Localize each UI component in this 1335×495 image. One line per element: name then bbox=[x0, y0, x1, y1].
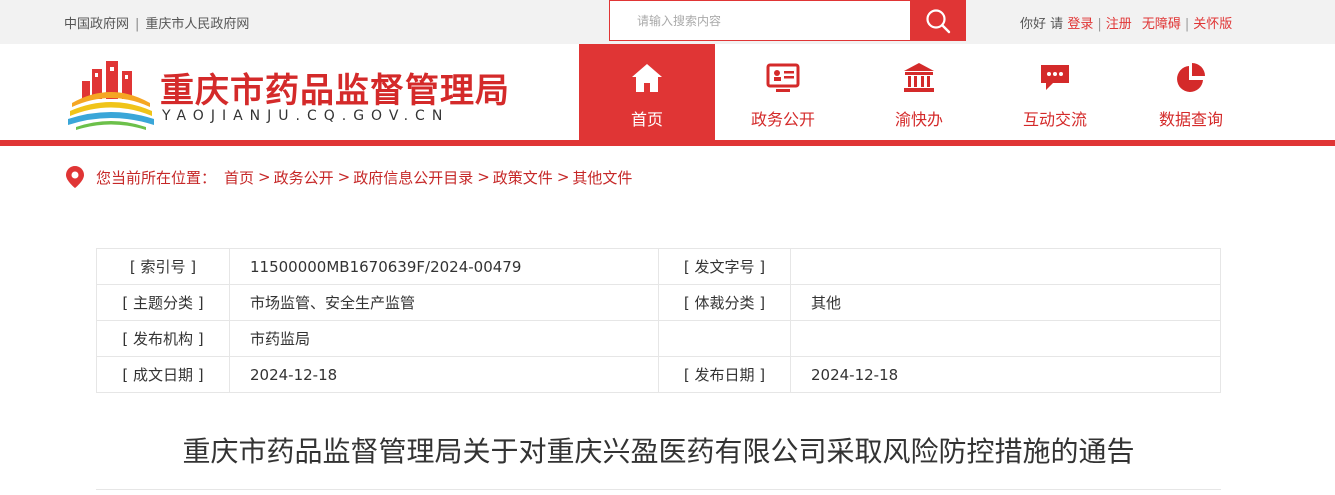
please-text: 请 bbox=[1050, 17, 1064, 32]
divider: | bbox=[1097, 17, 1102, 32]
info-key: [ 体裁分类 ] bbox=[658, 284, 791, 321]
nav-item-government-affairs[interactable]: 政务公开 bbox=[715, 44, 851, 140]
search-button[interactable] bbox=[910, 0, 966, 41]
info-value bbox=[790, 248, 1221, 285]
info-value: 2024-12-18 bbox=[229, 356, 659, 393]
info-key: [ 主题分类 ] bbox=[96, 284, 230, 321]
nav-label: 数据查询 bbox=[1158, 110, 1223, 129]
site-logo-emblem[interactable] bbox=[66, 59, 156, 131]
accessibility-link[interactable]: 无障碍 bbox=[1142, 17, 1181, 32]
breadcrumb-prefix: 您当前所在位置： bbox=[96, 168, 217, 187]
breadcrumb-link[interactable]: 首页 bbox=[224, 167, 254, 188]
info-key: [ 成文日期 ] bbox=[96, 356, 230, 393]
info-key: [ 发布机构 ] bbox=[96, 320, 230, 357]
info-value: 11500000MB1670639F/2024-00479 bbox=[229, 248, 659, 285]
nav-label: 首页 bbox=[630, 110, 663, 129]
greeting-text: 你好 bbox=[1020, 17, 1047, 32]
document-info-table: [ 索引号 ] 11500000MB1670639F/2024-00479 [ … bbox=[96, 248, 1221, 393]
divider: | bbox=[135, 17, 140, 32]
breadcrumb-separator: > bbox=[556, 168, 570, 186]
chat-icon bbox=[1041, 65, 1069, 90]
info-key: [ 索引号 ] bbox=[96, 248, 230, 285]
main-nav: 首页 政务公开 渝快办 互动交流 数据查询 bbox=[579, 44, 1259, 140]
info-value: 市场监管、安全生产监管 bbox=[229, 284, 659, 321]
breadcrumb-link[interactable]: 政务公开 bbox=[274, 167, 334, 188]
top-bar: 中国政府网|重庆市人民政府网 你好 请 登录|注册 无障碍|关怀版 bbox=[0, 0, 1335, 44]
divider: | bbox=[1184, 17, 1190, 32]
breadcrumb-link[interactable]: 其他文件 bbox=[572, 167, 632, 188]
info-key bbox=[658, 320, 791, 357]
gov-cn-link[interactable]: 中国政府网 bbox=[64, 17, 129, 32]
document-title: 重庆市药品监督管理局关于对重庆兴盈医药有限公司采取风险防控措施的通告 bbox=[182, 435, 1135, 468]
breadcrumb-separator: > bbox=[337, 168, 351, 186]
breadcrumb-link[interactable]: 政策文件 bbox=[493, 167, 553, 188]
nav-item-interaction[interactable]: 互动交流 bbox=[987, 44, 1123, 140]
table-row: [ 发布机构 ] 市药监局 bbox=[96, 320, 1221, 357]
breadcrumb-separator: > bbox=[258, 168, 271, 186]
nav-item-data-query[interactable]: 数据查询 bbox=[1123, 44, 1259, 140]
nav-label: 渝快办 bbox=[894, 110, 943, 129]
government-building-icon bbox=[904, 63, 934, 92]
site-domain: YAOJIANJU.CQ.GOV.CN bbox=[162, 108, 450, 124]
table-row: [ 主题分类 ] 市场监管、安全生产监管 [ 体裁分类 ] 其他 bbox=[96, 284, 1221, 321]
nav-label: 互动交流 bbox=[1022, 110, 1087, 129]
header-divider bbox=[0, 140, 1335, 146]
info-value: 2024-12-18 bbox=[790, 356, 1221, 393]
info-key: [ 发布日期 ] bbox=[658, 356, 791, 393]
info-value: 其他 bbox=[790, 284, 1221, 321]
care-version-link[interactable]: 关怀版 bbox=[1193, 17, 1232, 32]
title-divider bbox=[96, 489, 1221, 490]
search-icon bbox=[926, 8, 951, 33]
location-pin-icon bbox=[66, 166, 84, 188]
search-box bbox=[609, 0, 966, 41]
pie-chart-icon bbox=[1177, 63, 1205, 92]
user-links: 你好 请 登录 | 注册 无障碍 | 关怀版 bbox=[1020, 13, 1232, 32]
nav-label: 政务公开 bbox=[750, 110, 815, 129]
search-input[interactable] bbox=[609, 0, 911, 41]
site-header: 重庆市药品监督管理局 YAOJIANJU.CQ.GOV.CN 首页 政务公开 渝… bbox=[0, 44, 1335, 140]
nav-item-yukuaiban[interactable]: 渝快办 bbox=[851, 44, 987, 140]
table-row: [ 索引号 ] 11500000MB1670639F/2024-00479 [ … bbox=[96, 248, 1221, 285]
top-links: 中国政府网 | 重庆市人民政府网 bbox=[64, 13, 249, 32]
nav-item-home[interactable]: 首页 bbox=[579, 44, 715, 140]
table-row: [ 成文日期 ] 2024-12-18 [ 发布日期 ] 2024-12-18 bbox=[96, 356, 1221, 393]
cq-gov-link[interactable]: 重庆市人民政府网 bbox=[145, 17, 249, 32]
info-key: [ 发文字号 ] bbox=[658, 248, 791, 285]
breadcrumb: 您当前所在位置： 首页 > 政务公开 > 政府信息公开目录 > 政策文件 > 其… bbox=[66, 166, 632, 188]
login-link[interactable]: 登录 bbox=[1067, 17, 1093, 32]
breadcrumb-separator: > bbox=[477, 168, 490, 186]
site-title[interactable]: 重庆市药品监督管理局 bbox=[160, 63, 510, 112]
home-icon bbox=[632, 64, 662, 92]
info-value bbox=[790, 320, 1221, 357]
news-board-icon bbox=[766, 63, 800, 92]
info-value: 市药监局 bbox=[229, 320, 659, 357]
register-link[interactable]: 注册 bbox=[1106, 17, 1132, 32]
breadcrumb-link[interactable]: 政府信息公开目录 bbox=[353, 167, 473, 188]
